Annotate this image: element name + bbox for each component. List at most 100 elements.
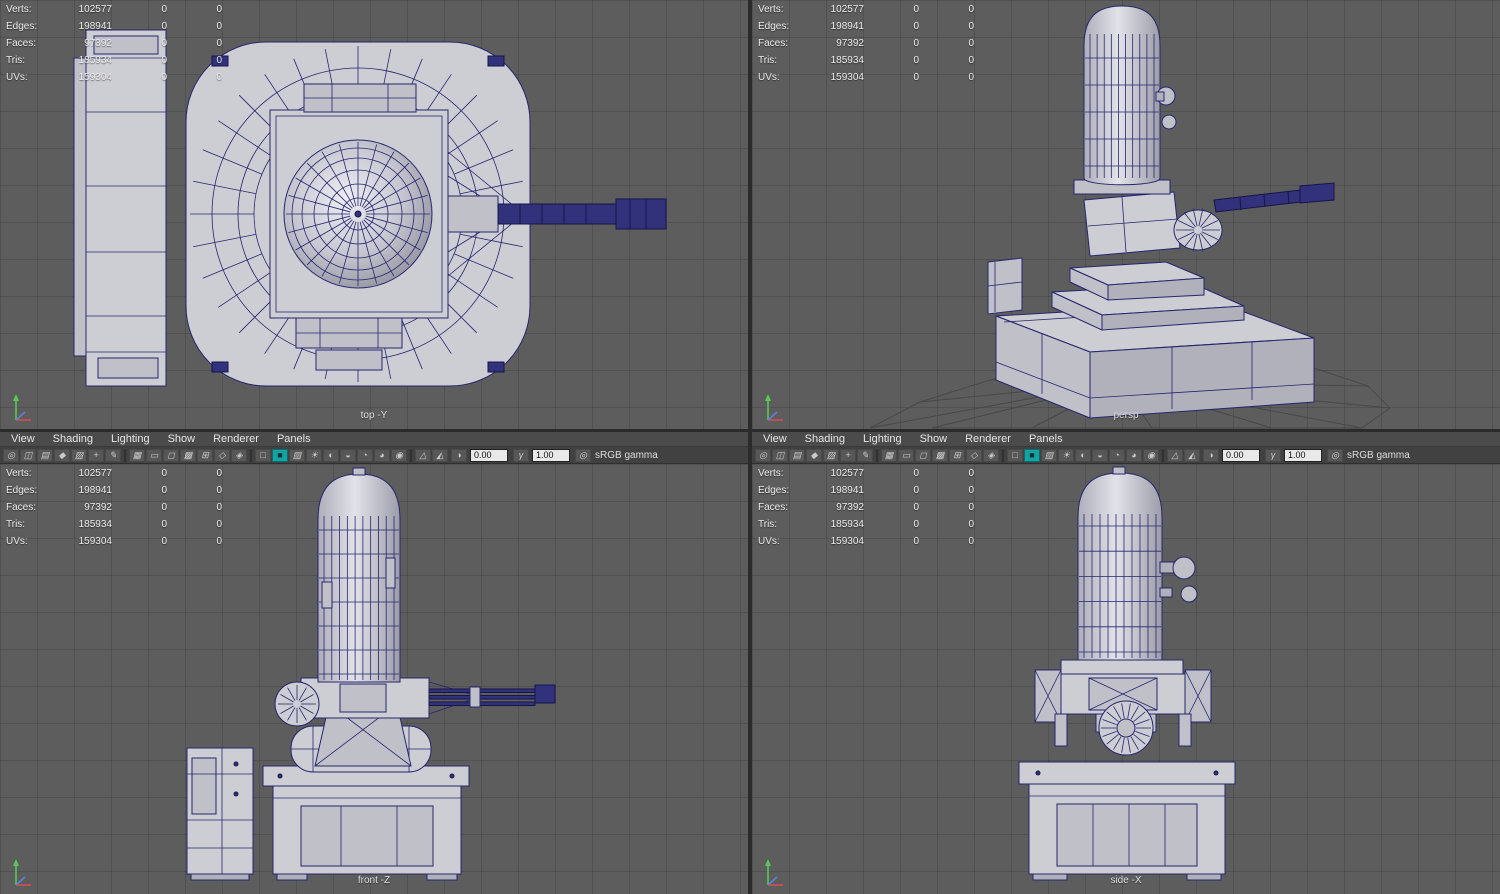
viewport-canvas-front[interactable]: Verts: 102577 0 0 Edges: 198941 0 0 Face… <box>0 464 748 894</box>
shaded-icon[interactable]: ■ <box>1024 448 1040 462</box>
toolbar-icons: ◎ ◫ ▤ ◆ ▧ + ✎ ▦ ▭ ◻ ▩ ⊞ ◇ ◈ □ ■ ▨ ☀ ◐ ◒ ◔ ◕ ◉ △ ◭ <box>3 448 448 462</box>
menu-shading[interactable]: Shading <box>796 432 854 447</box>
axis-gizmo <box>765 394 783 421</box>
hud-row-faces: Faces: 97392 0 0 <box>6 502 222 513</box>
bookmarks-icon[interactable]: ◆ <box>806 448 822 462</box>
shaded-icon[interactable]: ■ <box>272 448 288 462</box>
view-transform-label[interactable]: sRGB gamma <box>595 450 658 461</box>
depth-of-field-icon[interactable]: ◉ <box>391 448 407 462</box>
axis-gizmo <box>13 394 31 421</box>
exposure-icon[interactable]: ◑ <box>451 448 467 462</box>
menu-renderer[interactable]: Renderer <box>204 432 268 447</box>
safe-action-icon[interactable]: ◇ <box>966 448 982 462</box>
depth-of-field-icon[interactable]: ◉ <box>1143 448 1159 462</box>
menu-show[interactable]: Show <box>159 432 205 447</box>
select-camera-icon[interactable]: ◎ <box>755 448 771 462</box>
view-transform-icon[interactable]: ◎ <box>1327 448 1343 462</box>
film-gate-icon[interactable]: ▭ <box>898 448 914 462</box>
gamma-icon[interactable]: γ <box>1265 448 1281 462</box>
grease-pencil-icon[interactable]: ✎ <box>105 448 121 462</box>
isolate-select-icon[interactable]: △ <box>415 448 431 462</box>
toolbar-separator <box>410 448 412 462</box>
textured-icon[interactable]: ▨ <box>1041 448 1057 462</box>
menu-lighting[interactable]: Lighting <box>102 432 159 447</box>
resolution-gate-icon[interactable]: ◻ <box>915 448 931 462</box>
grid-toggle-icon[interactable]: ▦ <box>129 448 145 462</box>
exposure-field[interactable] <box>470 448 508 462</box>
camera-attributes-icon[interactable]: ▤ <box>789 448 805 462</box>
gate-mask-icon[interactable]: ▩ <box>180 448 196 462</box>
ambient-occlusion-icon[interactable]: ◒ <box>1092 448 1108 462</box>
field-chart-icon[interactable]: ⊞ <box>949 448 965 462</box>
menu-view[interactable]: View <box>754 432 796 447</box>
hud-row-verts: Verts: 102577 0 0 <box>6 468 222 479</box>
ambient-occlusion-icon[interactable]: ◒ <box>340 448 356 462</box>
image-plane-icon[interactable]: ▧ <box>823 448 839 462</box>
anti-aliasing-icon[interactable]: ◕ <box>374 448 390 462</box>
hud-row-faces: Faces: 97392 0 0 <box>758 38 974 49</box>
shadows-icon[interactable]: ◐ <box>323 448 339 462</box>
gamma-icon[interactable]: γ <box>513 448 529 462</box>
viewport-front[interactable]: View Shading Lighting Show Renderer Panels ◎ ◫… <box>0 432 748 894</box>
radar-dome-persp <box>1073 5 1177 195</box>
gun-barrel-top <box>497 198 667 230</box>
xray-icon[interactable]: ◭ <box>432 448 448 462</box>
field-chart-icon[interactable]: ⊞ <box>197 448 213 462</box>
viewport-label-top: top -Y <box>360 410 388 421</box>
bookmarks-icon[interactable]: ◆ <box>54 448 70 462</box>
isolate-select-icon[interactable]: △ <box>1167 448 1183 462</box>
menu-panels[interactable]: Panels <box>268 432 320 447</box>
motion-blur-icon[interactable]: ◔ <box>1109 448 1125 462</box>
viewport-canvas-persp[interactable]: Verts: 102577 0 0 Edges: 198941 0 0 Face… <box>752 0 1500 429</box>
lock-camera-icon[interactable]: ◫ <box>20 448 36 462</box>
exposure-icon[interactable]: ◑ <box>1203 448 1219 462</box>
grid-toggle-icon[interactable]: ▦ <box>881 448 897 462</box>
anti-aliasing-icon[interactable]: ◕ <box>1126 448 1142 462</box>
viewport-label-persp: persp <box>1113 410 1139 421</box>
hud-row-verts: Verts: 102577 0 0 <box>758 4 974 15</box>
exposure-field[interactable] <box>1222 448 1260 462</box>
image-plane-icon[interactable]: ▧ <box>71 448 87 462</box>
grease-pencil-icon[interactable]: ✎ <box>857 448 873 462</box>
hud-row-verts: Verts: 102577 0 0 <box>6 4 222 15</box>
hud-row-verts: Verts: 102577 0 0 <box>758 468 974 479</box>
wireframe-icon[interactable]: □ <box>255 448 271 462</box>
menu-show[interactable]: Show <box>911 432 957 447</box>
viewport-canvas-side[interactable]: Verts: 102577 0 0 Edges: 198941 0 0 Face… <box>752 464 1500 894</box>
gamma-field[interactable] <box>532 448 570 462</box>
shadows-icon[interactable]: ◐ <box>1075 448 1091 462</box>
lights-icon[interactable]: ☀ <box>306 448 322 462</box>
resolution-gate-icon[interactable]: ◻ <box>163 448 179 462</box>
viewport-side[interactable]: View Shading Lighting Show Renderer Panels ◎ ◫… <box>752 432 1500 894</box>
film-gate-icon[interactable]: ▭ <box>146 448 162 462</box>
hud-row-edges: Edges: 198941 0 0 <box>6 21 222 32</box>
safe-action-icon[interactable]: ◇ <box>214 448 230 462</box>
wireframe-icon[interactable]: □ <box>1007 448 1023 462</box>
gamma-field[interactable] <box>1284 448 1322 462</box>
textured-icon[interactable]: ▨ <box>289 448 305 462</box>
view-transform-icon[interactable]: ◎ <box>575 448 591 462</box>
menu-view[interactable]: View <box>2 432 44 447</box>
menu-renderer[interactable]: Renderer <box>956 432 1020 447</box>
two-d-pan-zoom-icon[interactable]: + <box>840 448 856 462</box>
menu-shading[interactable]: Shading <box>44 432 102 447</box>
viewport-top[interactable]: Verts: 102577 0 0 Edges: 198941 0 0 Face… <box>0 0 748 429</box>
lock-camera-icon[interactable]: ◫ <box>772 448 788 462</box>
two-d-pan-zoom-icon[interactable]: + <box>88 448 104 462</box>
view-transform-label[interactable]: sRGB gamma <box>1347 450 1410 461</box>
lights-icon[interactable]: ☀ <box>1058 448 1074 462</box>
menu-lighting[interactable]: Lighting <box>854 432 911 447</box>
viewport-persp[interactable]: Verts: 102577 0 0 Edges: 198941 0 0 Face… <box>752 0 1500 429</box>
camera-attributes-icon[interactable]: ▤ <box>37 448 53 462</box>
safe-title-icon[interactable]: ◈ <box>983 448 999 462</box>
axis-gizmo <box>13 859 31 886</box>
xray-icon[interactable]: ◭ <box>1184 448 1200 462</box>
viewport-label-front: front -Z <box>357 875 391 886</box>
safe-title-icon[interactable]: ◈ <box>231 448 247 462</box>
motion-blur-icon[interactable]: ◔ <box>357 448 373 462</box>
gate-mask-icon[interactable]: ▩ <box>932 448 948 462</box>
menu-panels[interactable]: Panels <box>1020 432 1072 447</box>
pedestal-persp <box>1051 261 1245 331</box>
select-camera-icon[interactable]: ◎ <box>3 448 19 462</box>
viewport-canvas-top[interactable]: Verts: 102577 0 0 Edges: 198941 0 0 Face… <box>0 0 748 429</box>
